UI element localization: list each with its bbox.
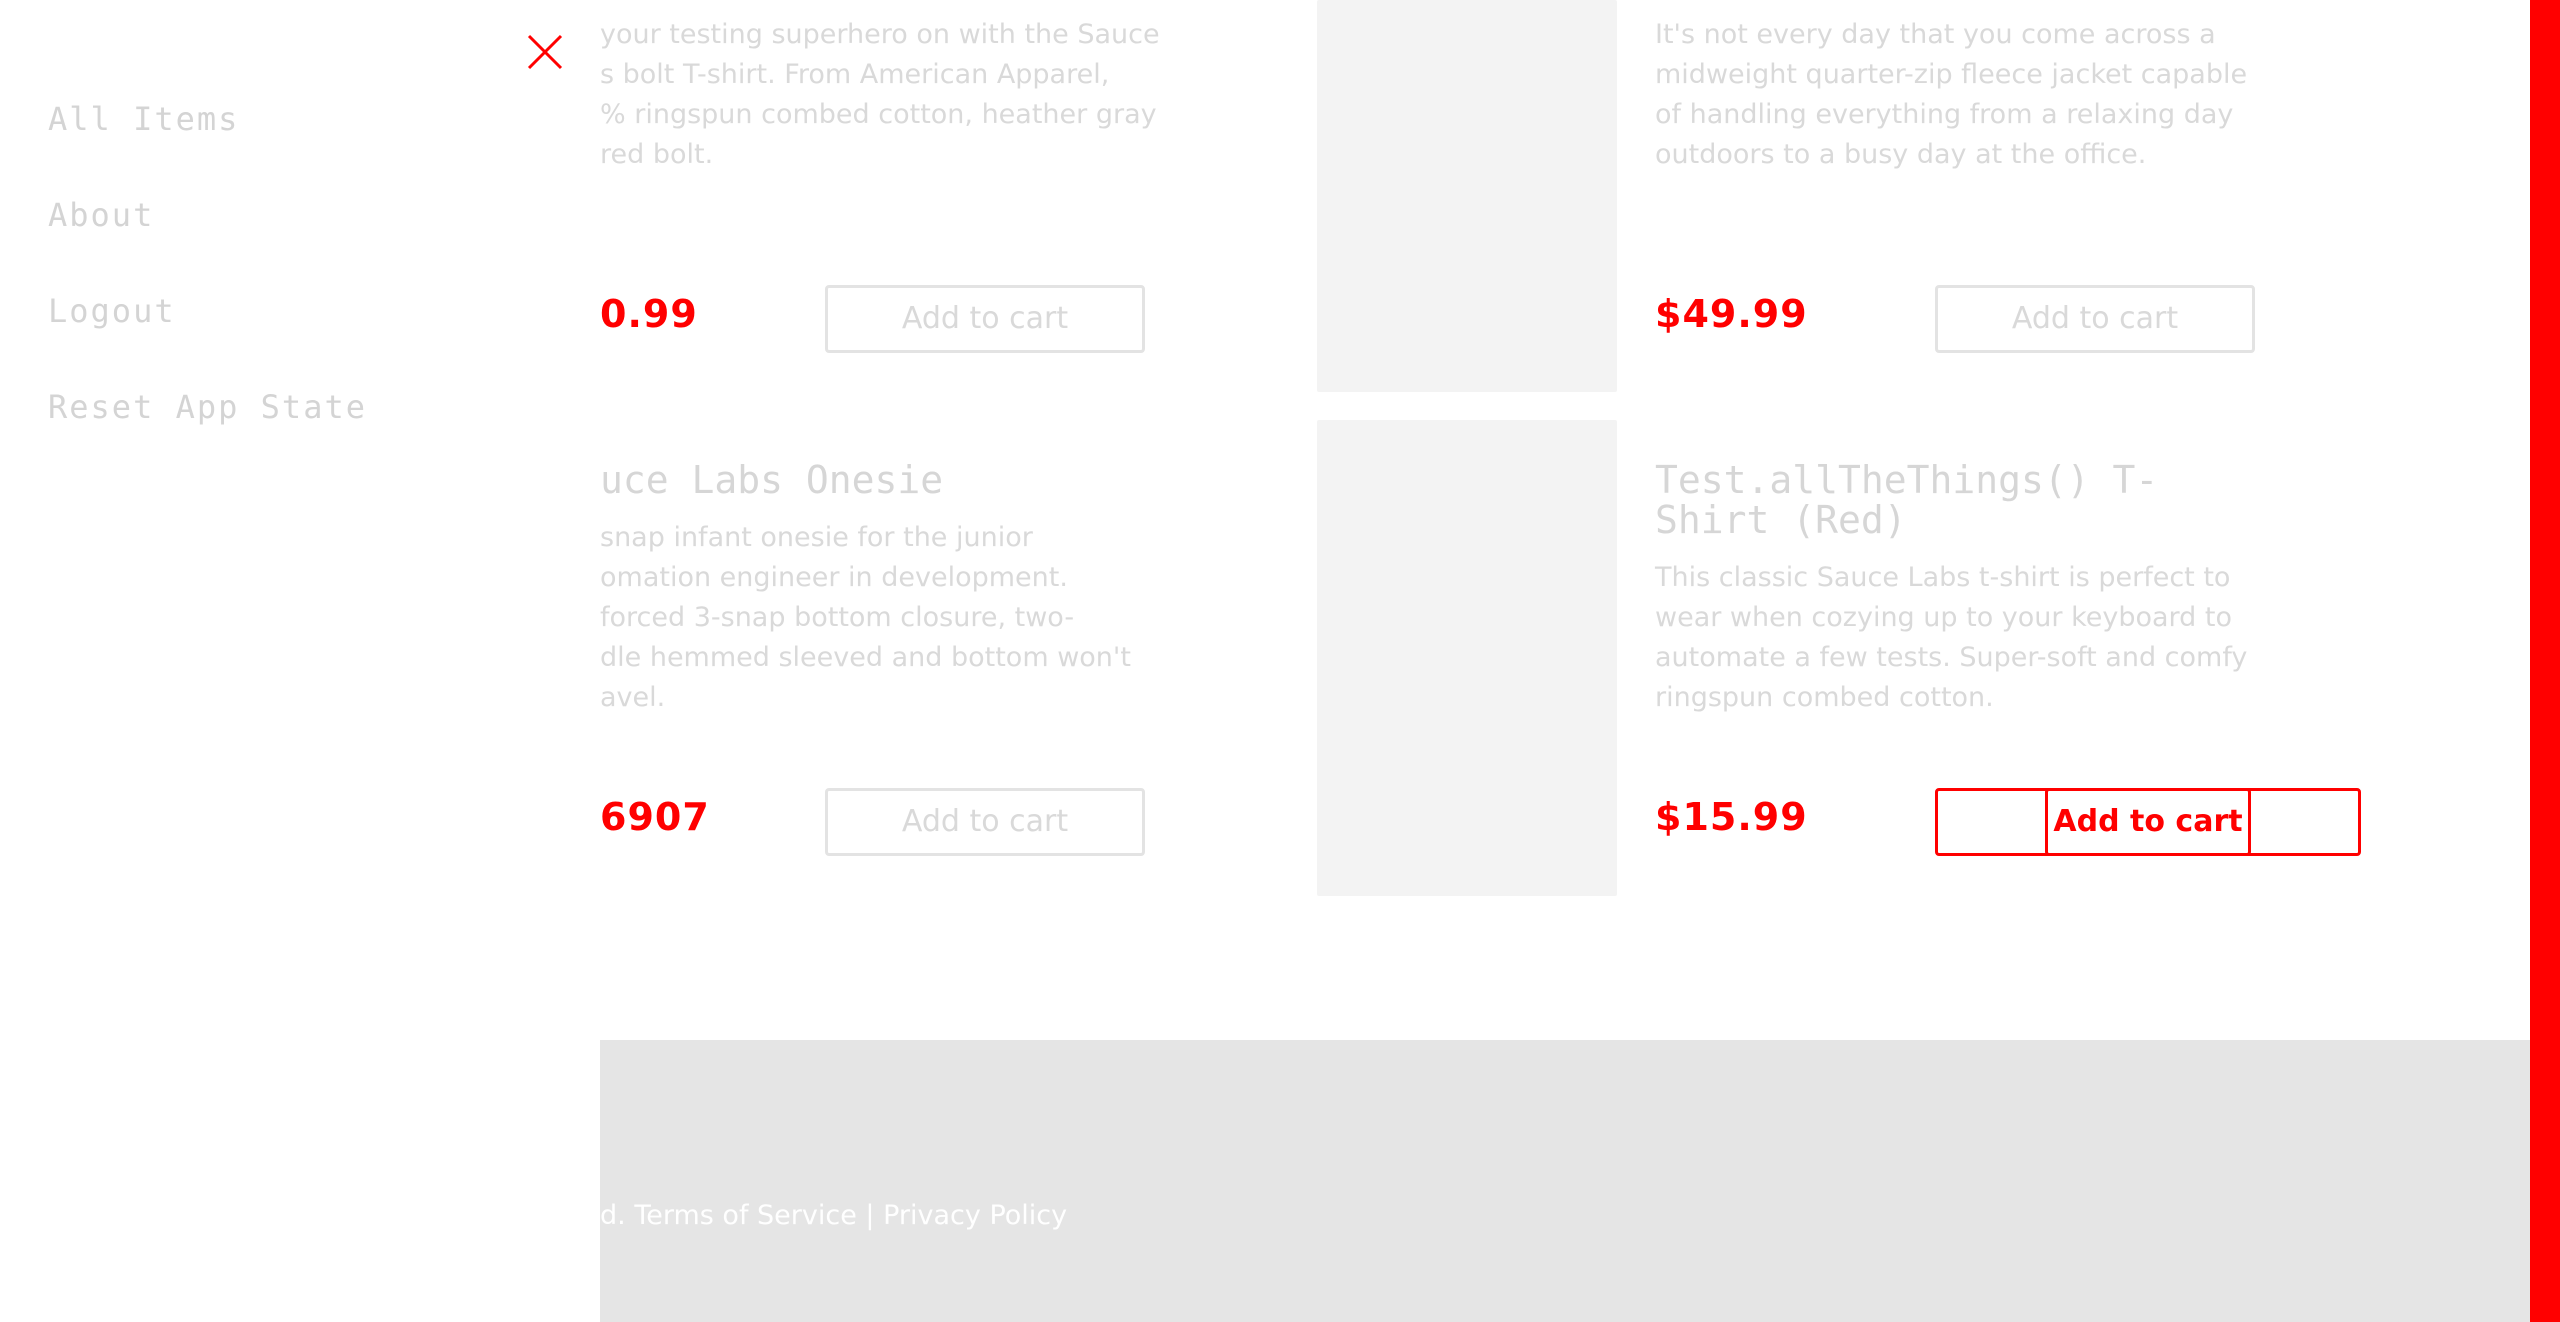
terms-link[interactable]: Terms of Service [634, 1200, 857, 1231]
footer-separator: | [865, 1200, 875, 1231]
product-price: $15.99 [1655, 795, 1808, 839]
footer-links: d. Terms of Service | Privacy Policy [600, 1200, 1067, 1231]
add-to-cart-button[interactable]: Add to cart [1935, 285, 2255, 353]
close-menu-button[interactable] [527, 34, 563, 70]
menu-item-reset-app-state[interactable]: Reset App State [48, 388, 367, 426]
scrollbar[interactable] [2530, 0, 2560, 1322]
product-description: It's not every day that you come across … [1655, 19, 2248, 170]
menu-item-all-items[interactable]: All Items [48, 100, 239, 138]
product-price: $49.99 [1655, 292, 1808, 336]
menu-item-logout[interactable]: Logout [48, 292, 176, 330]
product-description: your testing superhero on with the Sauce… [600, 19, 1160, 170]
footer [600, 1040, 2530, 1322]
product-price: 6907 [600, 795, 710, 839]
product-image[interactable] [1317, 420, 1617, 896]
product-description: snap infant onesie for the junior omatio… [600, 522, 1131, 713]
product-card: uce Labs Onesie snap infant onesie for t… [600, 420, 1210, 890]
product-card: Test.allTheThings() T- Shirt (Red) This … [1655, 420, 2375, 890]
close-icon [527, 34, 563, 70]
privacy-link[interactable]: Privacy Policy [883, 1200, 1067, 1231]
footer-copyright: d. [600, 1200, 626, 1231]
add-to-cart-button[interactable]: Add to cart [825, 285, 1145, 353]
product-card: It's not every day that you come across … [1655, 0, 2375, 400]
add-to-cart-button[interactable]: Add to cart [825, 788, 1145, 856]
product-price: 0.99 [600, 292, 698, 336]
product-title[interactable]: uce Labs Onesie [600, 460, 943, 500]
product-title[interactable]: Test.allTheThings() T- Shirt (Red) [1655, 460, 2158, 540]
product-description: This classic Sauce Labs t-shirt is perfe… [1655, 562, 2248, 713]
product-card: your testing superhero on with the Sauce… [600, 0, 1210, 400]
product-image[interactable] [1317, 0, 1617, 392]
add-to-cart-button-outline [2045, 788, 2251, 856]
menu-item-about[interactable]: About [48, 196, 154, 234]
side-menu: All Items About Logout Reset App State [0, 0, 600, 1322]
